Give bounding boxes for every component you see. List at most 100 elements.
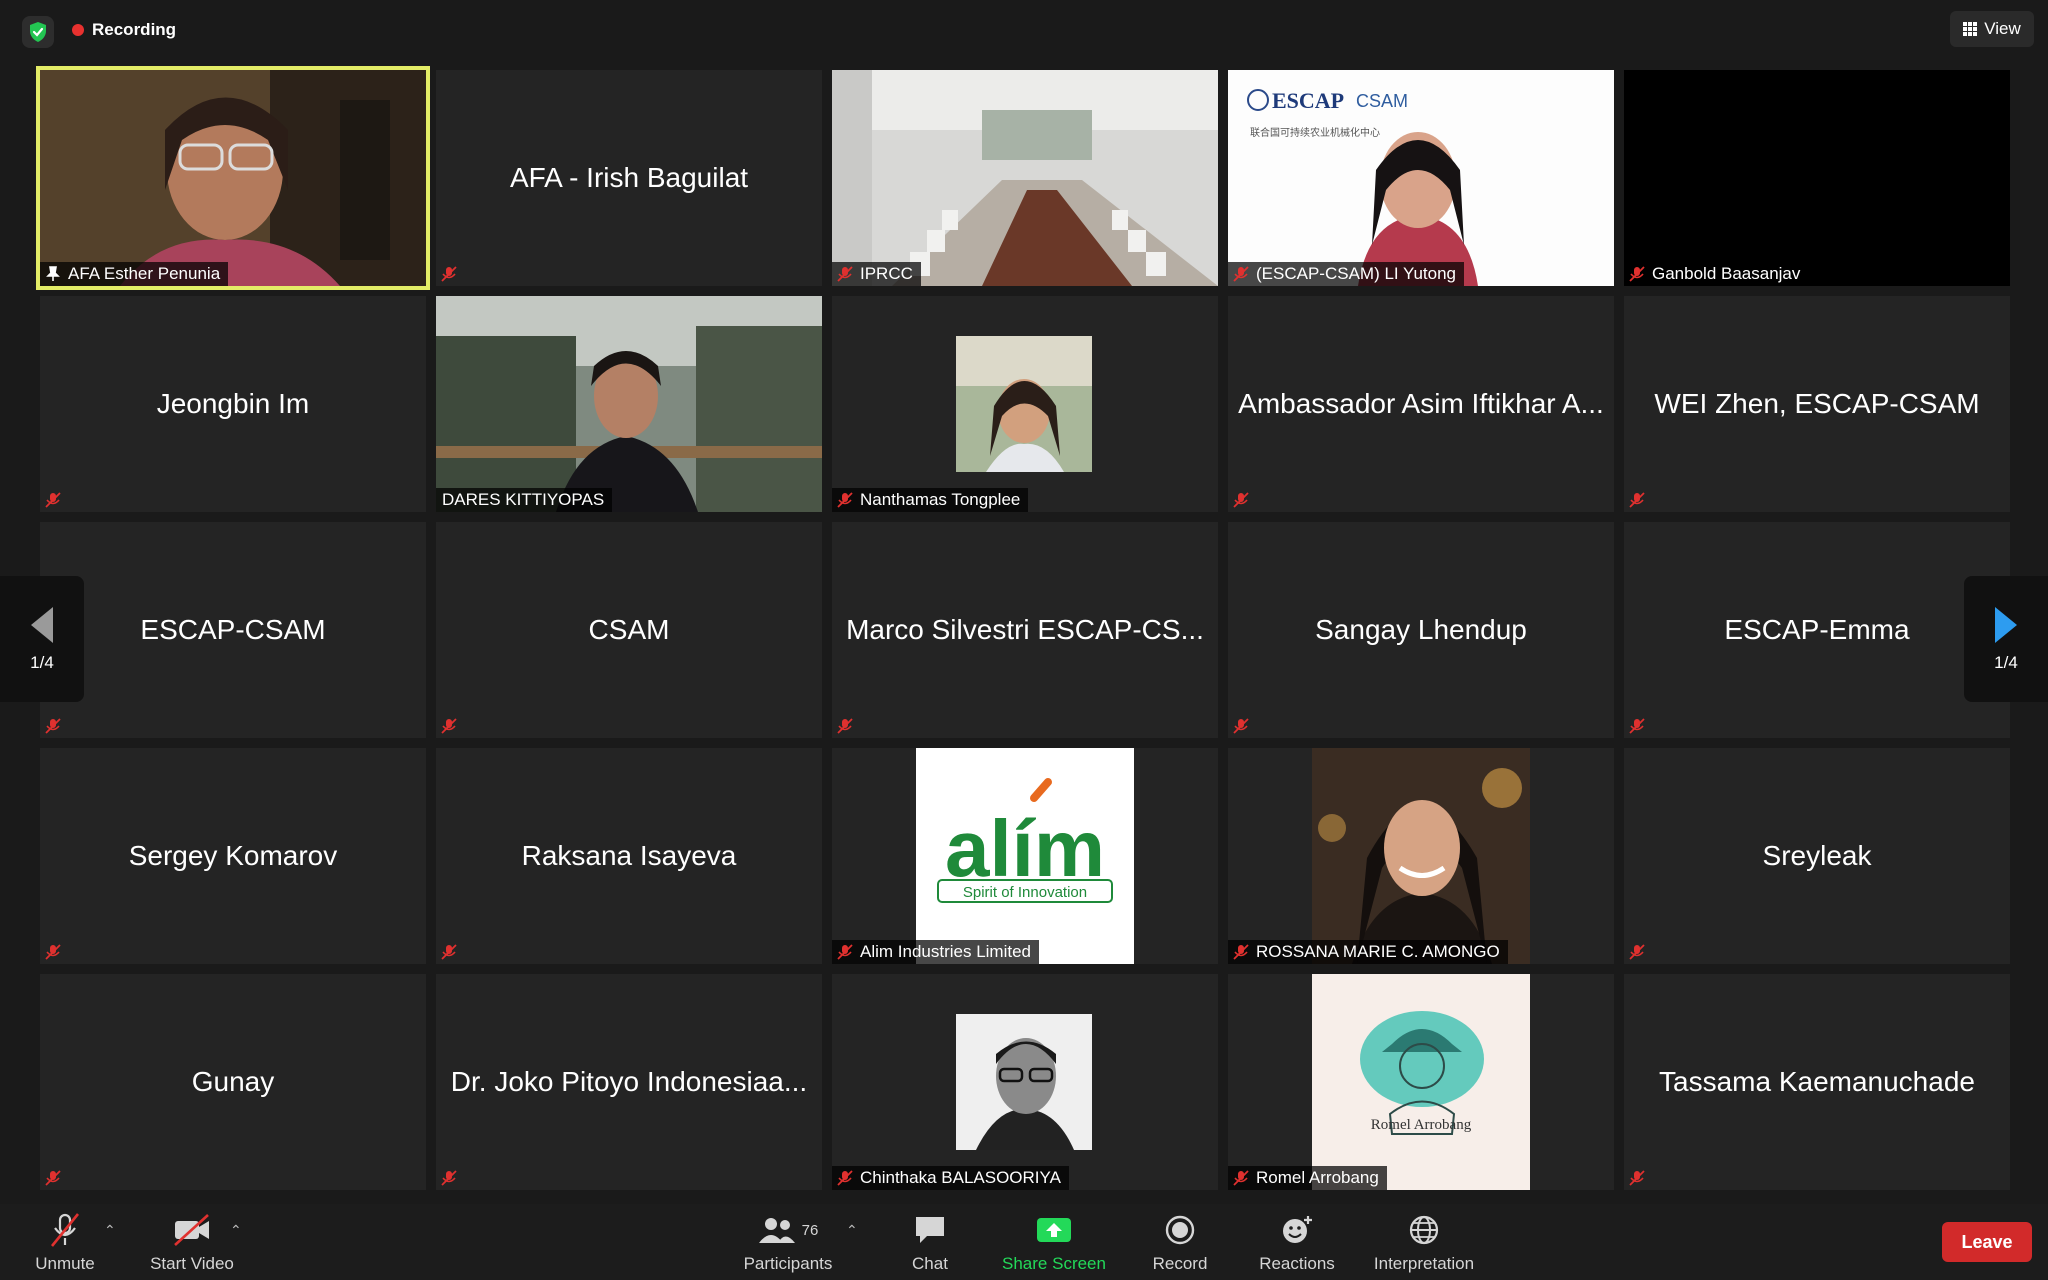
video-tile[interactable]: Ganbold Baasanjav [1624,70,2010,286]
view-button[interactable]: View [1950,11,2034,47]
share-screen-icon [1037,1218,1071,1242]
participant-name-center: Dr. Joko Pitoyo Indonesiaa... [450,1066,808,1097]
video-tile[interactable]: AFA - Irish Baguilat [436,70,822,286]
video-tile[interactable]: ESCAP-Emma [1624,522,2010,738]
video-tile[interactable]: AFA Esther Penunia [36,66,430,290]
participant-name-center: Tassama Kaemanuchade [1659,1066,1975,1097]
chat-bubble-icon [916,1217,944,1243]
video-tile[interactable]: Dr. Joko Pitoyo Indonesiaa... [436,974,822,1190]
muted-mic-icon [1233,944,1249,960]
participant-name-center: Marco Silvestri ESCAP-CS... [846,614,1204,645]
participant-name-center: Raksana Isayeva [521,840,737,871]
participant-name: Alim Industries Limited [860,942,1032,961]
participant-video: ESCAP CSAM 联合国可持续农业机械化中心 [1228,70,1614,286]
video-tile[interactable]: DARES KITTIYOPAS [436,296,822,512]
participant-name-tag: ROSSANA MARIE C. AMONGO [1228,940,1508,964]
participant-name: Chinthaka BALASOORIYA [860,1168,1061,1187]
participant-name-tag: Alim Industries Limited [832,940,1040,964]
participants-icon [758,1218,795,1243]
csam-logo-text: CSAM [1356,91,1408,111]
top-bar: Recording View [0,0,2048,60]
video-tile[interactable]: ESCAP CSAM 联合国可持续农业机械化中心 (ESCAP-CSAM) LI… [1228,70,1614,286]
pin-icon [46,266,60,281]
video-tile[interactable]: ROSSANA MARIE C. AMONGO [1228,748,1614,964]
interpretation-button[interactable]: Interpretation [1364,1212,1484,1276]
muted-mic-icon [837,1170,853,1186]
participant-name: Romel Arrobang [1256,1168,1379,1187]
video-tile[interactable]: Chinthaka BALASOORIYA [832,974,1218,1190]
video-tile[interactable]: Nanthamas Tongplee [832,296,1218,512]
participants-count: 76 [801,1221,819,1239]
muted-mic-icon [1629,266,1645,282]
participants-button[interactable]: 76 Participants [736,1212,840,1276]
chat-button[interactable]: Chat [896,1212,964,1276]
security-shield-icon[interactable] [22,16,54,48]
previous-page-button[interactable]: 1/4 [0,576,84,702]
record-button[interactable]: Record [1144,1212,1216,1276]
muted-mic-icon [1233,1170,1249,1186]
participant-name: Nanthamas Tongplee [860,490,1021,509]
audio-options-chevron-icon[interactable]: ⌃ [104,1222,116,1239]
video-tile[interactable]: Sergey Komarov [40,748,426,964]
muted-mic-icon [1233,266,1249,282]
video-tile[interactable]: Tassama Kaemanuchade [1624,974,2010,1190]
video-tile[interactable]: IPRCC [832,70,1218,286]
record-label: Record [1152,1254,1208,1273]
alim-tagline: Spirit of Innovation [963,884,1087,901]
video-tile[interactable]: WEI Zhen, ESCAP-CSAM [1624,296,2010,512]
grid-view-icon [1963,22,1978,36]
unmute-button[interactable]: Unmute [28,1212,102,1276]
muted-mic-icon [45,944,61,960]
leave-button[interactable]: Leave [1942,1222,2032,1262]
participant-name-tag: Ganbold Baasanjav [1624,262,1809,286]
video-options-chevron-icon[interactable]: ⌃ [230,1222,242,1239]
share-screen-label: Share Screen [1002,1254,1106,1273]
participant-name-center: Jeongbin Im [156,388,310,419]
muted-mic-icon [837,266,853,282]
participant-name-center: ESCAP-Emma [1724,614,1910,645]
left-arrow-icon [31,607,53,643]
muted-mic-icon [1629,492,1645,508]
video-tile[interactable]: Raksana Isayeva [436,748,822,964]
muted-mic-icon [441,718,457,734]
company-logo: alím Spirit of Innovation [916,748,1134,964]
participant-name: (ESCAP-CSAM) LI Yutong [1256,264,1456,283]
participant-name-tag: Chinthaka BALASOORIYA [832,1166,1069,1190]
video-tile[interactable]: Jeongbin Im [40,296,426,512]
next-page-button[interactable]: 1/4 [1964,576,2048,702]
reactions-smiley-icon [1283,1216,1312,1243]
video-tile[interactable]: Sreyleak [1624,748,2010,964]
muted-mic-icon [1629,1170,1645,1186]
muted-mic-icon [441,1170,457,1186]
muted-mic-icon [837,944,853,960]
participant-name-center: Ambassador Asim Iftikhar A... [1238,388,1604,419]
muted-mic-icon [441,266,457,282]
reactions-button[interactable]: Reactions [1252,1212,1342,1276]
video-tile[interactable]: Romel Arrobang Romel Arrobang [1228,974,1614,1190]
participant-avatar: Romel Arrobang [1312,974,1530,1190]
participant-name-center: Sangay Lhendup [1315,614,1527,645]
video-tile[interactable]: Ambassador Asim Iftikhar A... [1228,296,1614,512]
participant-name-tag: DARES KITTIYOPAS [436,488,613,512]
participants-options-chevron-icon[interactable]: ⌃ [846,1222,858,1239]
share-screen-button[interactable]: Share Screen [994,1212,1114,1276]
video-tile[interactable]: Gunay [40,974,426,1190]
video-tile[interactable]: Marco Silvestri ESCAP-CS... [832,522,1218,738]
right-arrow-icon [1995,607,2017,643]
muted-mic-icon [837,492,853,508]
illustration-caption: Romel Arrobang [1371,1117,1472,1133]
escap-logo-text: ESCAP [1272,88,1344,113]
participant-name-tag: Nanthamas Tongplee [832,488,1029,512]
video-tile[interactable]: Sangay Lhendup [1228,522,1614,738]
participant-name-tag: Romel Arrobang [1228,1166,1387,1190]
record-icon [1165,1215,1195,1245]
participant-name-tag: (ESCAP-CSAM) LI Yutong [1228,262,1464,286]
participant-name: ROSSANA MARIE C. AMONGO [1256,942,1500,961]
participant-video [832,70,1218,286]
video-tile[interactable]: CSAM [436,522,822,738]
video-tile[interactable]: alím Spirit of Innovation Alim Industrie… [832,748,1218,964]
video-tile[interactable]: ESCAP-CSAM [40,522,426,738]
participant-avatar [1312,748,1530,964]
participant-name-center: WEI Zhen, ESCAP-CSAM [1654,388,1980,419]
start-video-button[interactable]: Start Video [142,1212,242,1276]
